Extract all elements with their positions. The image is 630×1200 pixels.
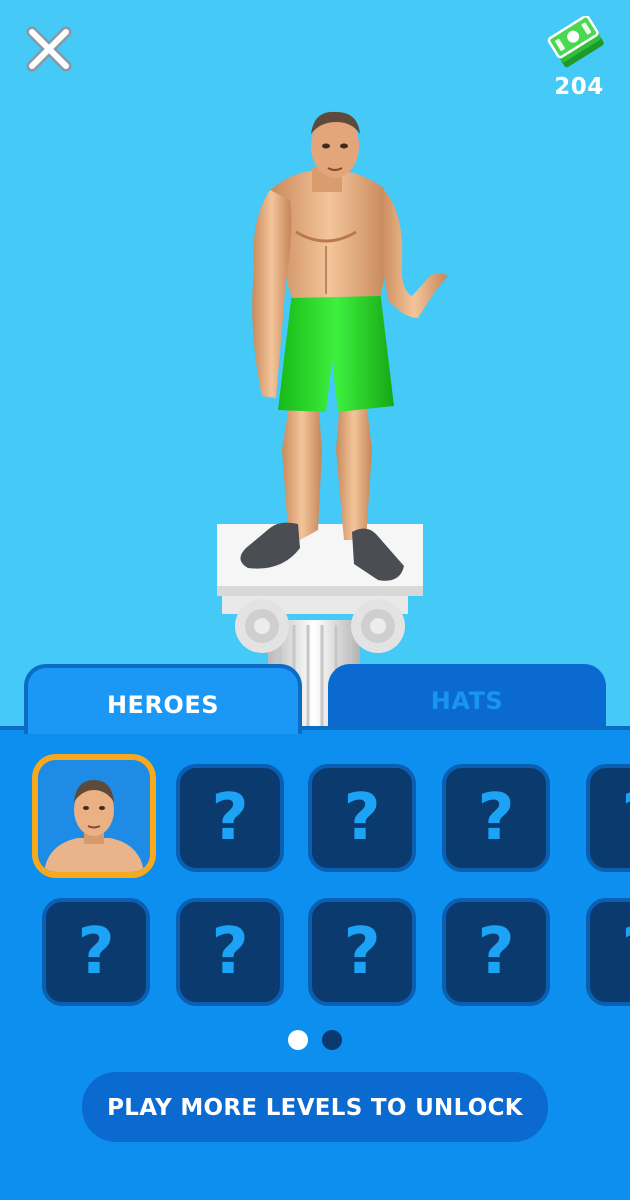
locked-slot[interactable]: ? — [176, 764, 284, 872]
locked-slot[interactable]: ? — [442, 898, 550, 1006]
page-indicator — [0, 1030, 630, 1050]
page-dot[interactable] — [322, 1030, 342, 1050]
tab-hats[interactable]: HATS — [328, 664, 606, 730]
hero-slot-selected[interactable] — [32, 754, 156, 878]
locked-slot[interactable]: ? — [586, 764, 630, 872]
locked-slot[interactable]: ? — [176, 898, 284, 1006]
question-mark-icon: ? — [477, 781, 515, 855]
question-mark-icon: ? — [77, 915, 115, 989]
locked-slot[interactable]: ? — [42, 898, 150, 1006]
skin-shop-screen: 204 HATS HEROES ? ? ? ? ? ? ? PLAY MORE … — [0, 0, 630, 1200]
question-mark-icon: ? — [211, 915, 249, 989]
hero-preview — [217, 111, 448, 740]
locked-slot[interactable]: ? — [308, 764, 416, 872]
question-mark-icon: ? — [621, 920, 630, 984]
locked-slot[interactable]: ? — [586, 898, 630, 1006]
locked-slot[interactable]: ? — [442, 764, 550, 872]
play-more-levels-button[interactable]: PLAY MORE LEVELS TO UNLOCK — [82, 1072, 548, 1142]
hero-character — [240, 111, 448, 581]
question-mark-icon: ? — [211, 781, 249, 855]
hero-portrait-icon — [38, 760, 150, 872]
question-mark-icon: ? — [343, 781, 381, 855]
question-mark-icon: ? — [343, 915, 381, 989]
hero-grid: ? ? ? ? ? ? ? ? ? — [0, 752, 630, 1012]
question-mark-icon: ? — [477, 915, 515, 989]
page-dot-active[interactable] — [288, 1030, 308, 1050]
active-tab-join — [28, 722, 298, 734]
question-mark-icon: ? — [621, 786, 630, 850]
tab-heroes-label: HEROES — [106, 691, 220, 719]
locked-slot[interactable]: ? — [308, 898, 416, 1006]
